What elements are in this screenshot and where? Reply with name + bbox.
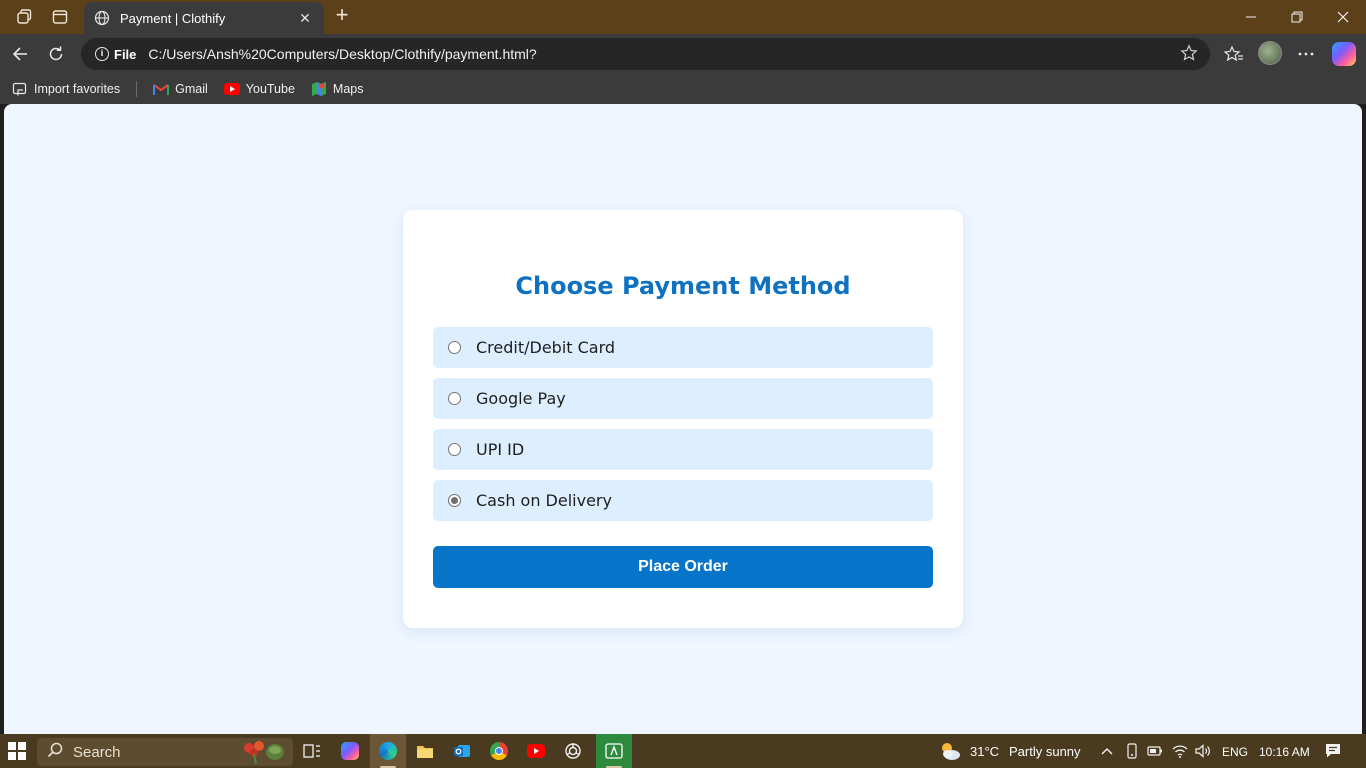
copilot-app-icon[interactable] bbox=[338, 739, 362, 763]
page-title: Choose Payment Method bbox=[515, 272, 851, 300]
globe-icon bbox=[94, 10, 110, 26]
address-bar[interactable]: i File C:/Users/Ansh%20Computers/Desktop… bbox=[81, 38, 1210, 70]
file-explorer-icon[interactable] bbox=[413, 739, 437, 763]
radio-google-pay[interactable] bbox=[448, 392, 461, 405]
payment-card: Choose Payment Method Credit/Debit Card … bbox=[403, 210, 963, 628]
option-label: Credit/Debit Card bbox=[476, 338, 616, 357]
vertical-tabs-icon[interactable] bbox=[49, 6, 71, 28]
youtube-icon bbox=[223, 81, 240, 97]
android-studio-icon[interactable] bbox=[602, 739, 626, 768]
partly-sunny-icon bbox=[938, 740, 962, 762]
clock-time[interactable]: 10:16 AM bbox=[1259, 745, 1310, 759]
favorite-maps[interactable]: Maps bbox=[311, 81, 364, 97]
import-icon bbox=[12, 81, 28, 97]
chatgpt-icon[interactable] bbox=[561, 739, 585, 763]
chevron-up-icon[interactable] bbox=[1099, 743, 1115, 759]
workspaces-icon[interactable] bbox=[13, 6, 35, 28]
favorite-label: Import favorites bbox=[34, 82, 121, 96]
close-tab-icon[interactable]: ✕ bbox=[296, 10, 314, 27]
radio-upi-id[interactable] bbox=[448, 443, 461, 456]
favorites-bar: Import favorites Gmail YouTube Maps bbox=[0, 74, 1366, 104]
chrome-icon[interactable] bbox=[487, 739, 511, 763]
outlook-icon[interactable] bbox=[450, 739, 474, 763]
favorite-star-icon[interactable] bbox=[1180, 44, 1200, 64]
url-text[interactable]: C:/Users/Ansh%20Computers/Desktop/Clothi… bbox=[148, 46, 536, 62]
radio-cash-on-delivery[interactable] bbox=[448, 494, 461, 507]
favorites-icon[interactable] bbox=[1222, 42, 1246, 66]
windows-taskbar: Search 31°C Partly sunny ENG 10:16 AM bbox=[0, 734, 1366, 768]
payment-option-google-pay[interactable]: Google Pay bbox=[433, 378, 933, 419]
gmail-icon bbox=[153, 81, 170, 97]
youtube-app-icon[interactable] bbox=[524, 739, 548, 763]
favorite-label: YouTube bbox=[245, 82, 295, 96]
site-info-label: File bbox=[114, 46, 137, 62]
wifi-icon[interactable] bbox=[1172, 743, 1188, 759]
browser-title-bar: Payment | Clothify ✕ + bbox=[0, 0, 1366, 34]
new-tab-icon[interactable]: + bbox=[331, 4, 353, 27]
search-highlight-icon bbox=[239, 740, 287, 765]
restore-icon[interactable] bbox=[1274, 0, 1320, 34]
site-info-button[interactable]: i File bbox=[89, 42, 142, 66]
info-icon: i bbox=[95, 47, 109, 61]
copilot-icon[interactable] bbox=[1332, 42, 1356, 66]
payment-option-cod[interactable]: Cash on Delivery bbox=[433, 480, 933, 521]
device-icon[interactable] bbox=[1124, 743, 1140, 759]
option-label: Cash on Delivery bbox=[476, 491, 612, 510]
edge-browser-icon[interactable] bbox=[376, 739, 400, 768]
weather-description[interactable]: Partly sunny bbox=[1009, 744, 1081, 759]
profile-avatar[interactable] bbox=[1258, 41, 1282, 65]
favorite-youtube[interactable]: YouTube bbox=[223, 81, 295, 97]
windows-start-icon[interactable] bbox=[8, 742, 26, 760]
option-label: UPI ID bbox=[476, 440, 525, 459]
close-window-icon[interactable] bbox=[1320, 0, 1366, 34]
favorites-separator bbox=[136, 81, 138, 97]
volume-icon[interactable] bbox=[1195, 743, 1211, 759]
browser-tab-active[interactable]: Payment | Clothify ✕ bbox=[84, 2, 324, 34]
search-icon bbox=[47, 742, 63, 763]
place-order-button[interactable]: Place Order bbox=[433, 546, 933, 588]
payment-option-card[interactable]: Credit/Debit Card bbox=[433, 327, 933, 368]
more-options-icon[interactable] bbox=[1294, 42, 1318, 66]
browser-toolbar: i File C:/Users/Ansh%20Computers/Desktop… bbox=[0, 34, 1366, 74]
language-indicator[interactable]: ENG bbox=[1222, 745, 1248, 759]
tab-title: Payment | Clothify bbox=[120, 10, 226, 26]
task-view-icon[interactable] bbox=[300, 739, 324, 763]
minimize-icon[interactable] bbox=[1228, 0, 1274, 34]
page-viewport: Choose Payment Method Credit/Debit Card … bbox=[4, 104, 1362, 734]
payment-option-upi[interactable]: UPI ID bbox=[433, 429, 933, 470]
option-label: Google Pay bbox=[476, 389, 566, 408]
favorite-import[interactable]: Import favorites bbox=[12, 81, 120, 97]
favorite-label: Maps bbox=[332, 82, 364, 96]
search-label: Search bbox=[73, 743, 121, 761]
weather-temperature[interactable]: 31°C bbox=[970, 744, 999, 759]
favorite-label: Gmail bbox=[175, 82, 208, 96]
maps-icon bbox=[311, 81, 327, 97]
radio-credit-debit-card[interactable] bbox=[448, 341, 461, 354]
battery-icon[interactable] bbox=[1147, 743, 1163, 759]
back-icon[interactable] bbox=[8, 42, 32, 66]
notifications-icon[interactable] bbox=[1325, 743, 1341, 759]
taskbar-search-box[interactable]: Search bbox=[37, 738, 293, 766]
favorite-gmail[interactable]: Gmail bbox=[153, 81, 208, 97]
refresh-icon[interactable] bbox=[44, 42, 68, 66]
